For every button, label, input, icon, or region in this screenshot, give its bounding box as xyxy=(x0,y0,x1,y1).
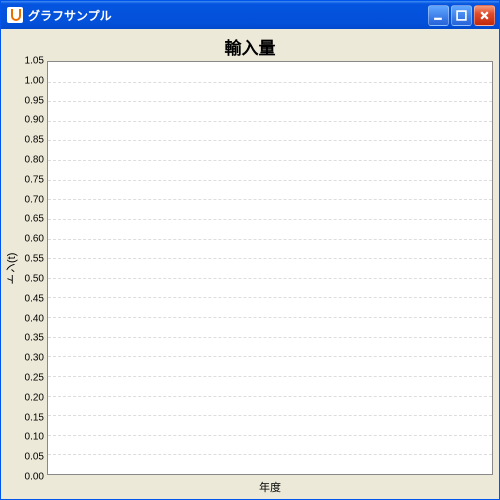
gridline xyxy=(48,356,492,357)
gridline xyxy=(48,396,492,397)
gridline xyxy=(48,121,492,122)
maximize-button[interactable] xyxy=(451,5,472,26)
y-tick-label: 1.05 xyxy=(25,56,44,67)
y-tick-label: 0.60 xyxy=(25,234,44,245)
chart-title: 輸入量 xyxy=(1,29,499,61)
gridline xyxy=(48,454,492,455)
y-tick-label: 0.20 xyxy=(25,392,44,403)
plot-area xyxy=(47,61,493,475)
y-tick-label: 0.90 xyxy=(25,115,44,126)
y-axis: 0.000.050.100.150.200.250.300.350.400.45… xyxy=(19,61,47,477)
gridline xyxy=(48,239,492,240)
close-button[interactable] xyxy=(474,5,495,26)
y-tick-label: 0.95 xyxy=(25,95,44,106)
gridline xyxy=(48,140,492,141)
y-tick-label: 0.30 xyxy=(25,353,44,364)
chart-area: トン(t) 0.000.050.100.150.200.250.300.350.… xyxy=(1,61,499,477)
gridline xyxy=(48,376,492,377)
y-tick-label: 0.00 xyxy=(25,472,44,483)
y-tick-label: 0.55 xyxy=(25,254,44,265)
y-tick-label: 0.45 xyxy=(25,293,44,304)
gridline xyxy=(48,82,492,83)
y-tick-label: 1.00 xyxy=(25,75,44,86)
gridline xyxy=(48,101,492,102)
gridline xyxy=(48,180,492,181)
y-tick-label: 0.35 xyxy=(25,333,44,344)
y-tick-label: 0.05 xyxy=(25,452,44,463)
window-controls xyxy=(428,5,495,26)
window-title: グラフサンプル xyxy=(28,7,428,24)
y-tick-label: 0.25 xyxy=(25,372,44,383)
y-tick-label: 0.40 xyxy=(25,313,44,324)
y-tick-label: 0.10 xyxy=(25,432,44,443)
x-axis-label: 年度 xyxy=(47,477,493,495)
gridline xyxy=(48,435,492,436)
gridline xyxy=(48,317,492,318)
y-tick-label: 0.15 xyxy=(25,412,44,423)
minimize-button[interactable] xyxy=(428,5,449,26)
y-tick-label: 0.75 xyxy=(25,174,44,185)
gridline xyxy=(48,199,492,200)
y-axis-label: トン(t) xyxy=(5,61,19,477)
y-tick-label: 0.65 xyxy=(25,214,44,225)
gridline xyxy=(48,258,492,259)
titlebar[interactable]: グラフサンプル xyxy=(1,1,499,29)
java-icon xyxy=(7,7,23,23)
gridline xyxy=(48,219,492,220)
client-area: 輸入量 トン(t) 0.00 0.05 0.10 0.15 0.20 0.25 0.30 0.… xyxy=(1,29,499,499)
gridline xyxy=(48,278,492,279)
gridline xyxy=(48,337,492,338)
y-tick-label: 0.70 xyxy=(25,194,44,205)
y-tick-label: 0.50 xyxy=(25,273,44,284)
gridline xyxy=(48,415,492,416)
y-tick-label: 0.80 xyxy=(25,155,44,166)
gridline xyxy=(48,297,492,298)
app-window: グラフサンプル 輸入量 トン(t) 0.00 0.05 0.10 0.15 0.20 0.… xyxy=(0,0,500,500)
gridline xyxy=(48,160,492,161)
y-tick-label: 0.85 xyxy=(25,135,44,146)
